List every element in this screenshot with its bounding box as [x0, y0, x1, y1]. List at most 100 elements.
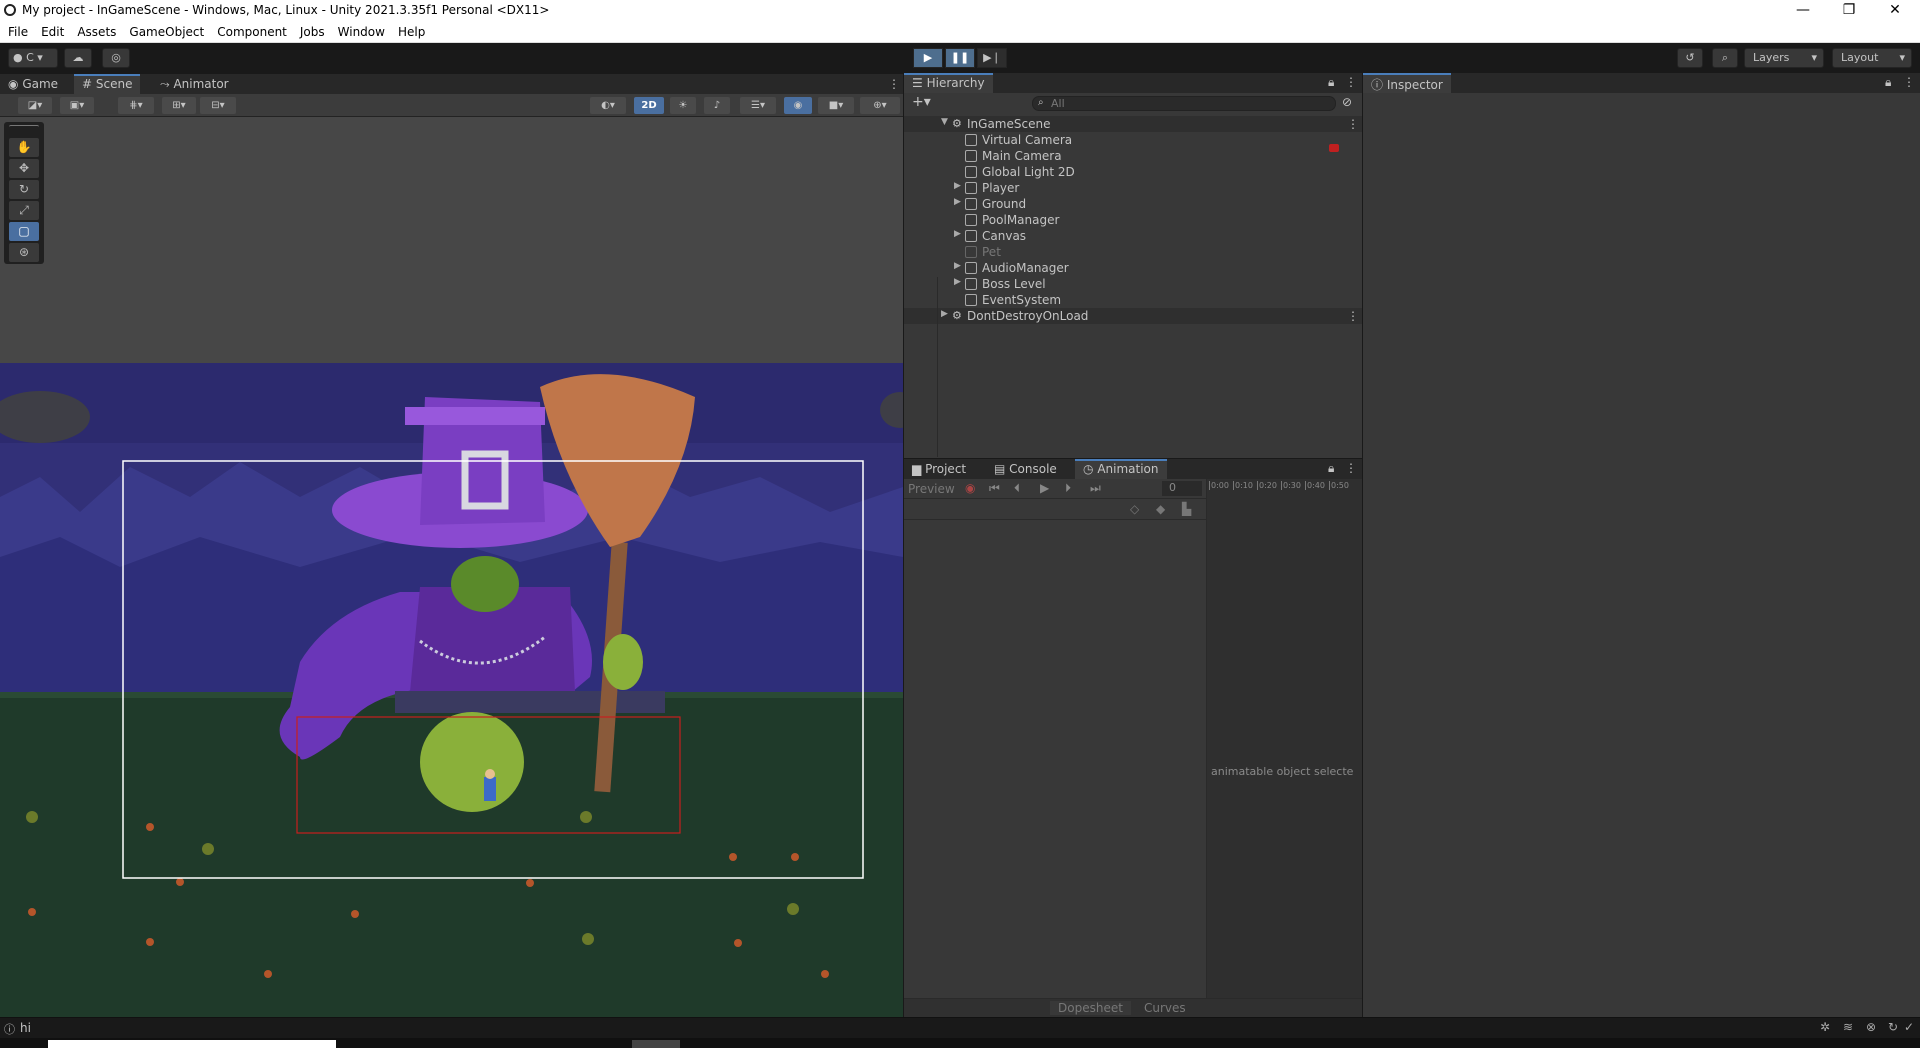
hierarchy-item[interactable]: ▶ Boss Level: [904, 276, 1362, 292]
tab-project[interactable]: ▆ Project: [904, 459, 974, 479]
hierarchy-item[interactable]: Virtual Camera: [904, 132, 1362, 148]
tab-scene[interactable]: # Scene: [74, 74, 141, 94]
expand-arrow-icon[interactable]: ▼: [941, 117, 948, 127]
filter-by-selection-button[interactable]: ◇: [1130, 502, 1139, 516]
taskbar-window-thumbnail[interactable]: [48, 1040, 336, 1048]
collapse-arrow-icon[interactable]: ▶: [941, 309, 948, 319]
menu-file[interactable]: File: [0, 22, 33, 39]
kebab-menu-icon[interactable]: ⋮: [1903, 75, 1915, 89]
draw-mode-dropdown[interactable]: ◪▾: [18, 97, 52, 114]
tab-animation[interactable]: ◷ Animation: [1075, 459, 1167, 479]
tab-animator[interactable]: ⤳ Animator: [152, 74, 237, 94]
hierarchy-item[interactable]: ▶ Canvas: [904, 228, 1362, 244]
taskbar-item[interactable]: [632, 1040, 680, 1048]
check-icon[interactable]: ✓: [1904, 1020, 1914, 1034]
refresh-icon[interactable]: ↻: [1888, 1020, 1898, 1034]
minimize-button[interactable]: —: [1780, 0, 1826, 22]
hierarchy-item[interactable]: EventSystem: [904, 292, 1362, 308]
restore-button[interactable]: ❐: [1826, 0, 1872, 22]
tab-game[interactable]: ◉ Game: [0, 74, 66, 94]
hierarchy-scene-row[interactable]: ▼ ⚙ InGameScene ⋮: [904, 116, 1362, 132]
camera-dropdown[interactable]: ■▾: [818, 97, 854, 114]
frame-input[interactable]: 0: [1162, 481, 1202, 496]
hierarchy-item[interactable]: PoolManager: [904, 212, 1362, 228]
hierarchy-scene-row[interactable]: ▶ ⚙ DontDestroyOnLoad ⋮: [904, 308, 1362, 324]
hierarchy-item[interactable]: Global Light 2D: [904, 164, 1362, 180]
audio-toggle[interactable]: ♪: [704, 97, 730, 114]
tab-inspector[interactable]: ⓘ Inspector: [1363, 73, 1451, 93]
preview-button[interactable]: Preview: [908, 482, 955, 496]
menu-jobs[interactable]: Jobs: [292, 22, 330, 39]
stack-icon[interactable]: ≋: [1843, 1020, 1853, 1034]
account-dropdown[interactable]: ● C ▾: [8, 48, 58, 68]
tab-hierarchy[interactable]: ☰ Hierarchy: [904, 73, 993, 93]
hand-tool[interactable]: ✋: [9, 138, 39, 157]
play-animation-button[interactable]: ▶: [1040, 481, 1049, 495]
lock-icon[interactable]: 🔒︎: [1328, 75, 1334, 90]
effects-dropdown[interactable]: ☰▾: [740, 97, 776, 114]
animation-timeline[interactable]: 0:00 0:10 0:20 0:30 0:40 0:50 animatable obje…: [1207, 479, 1362, 1017]
collab-button[interactable]: ◎: [102, 48, 130, 68]
collapse-arrow-icon[interactable]: ▶: [954, 229, 961, 239]
layers-dropdown[interactable]: Layers ▾: [1744, 48, 1824, 68]
kebab-menu-icon[interactable]: ⋮: [1345, 75, 1357, 89]
network-icon[interactable]: ⊗: [1866, 1020, 1876, 1034]
toggle-2d-button[interactable]: 2D: [634, 97, 664, 114]
scene-view[interactable]: ✋ ✥ ↻ ⤢ ▢ ⊛: [0, 117, 903, 1017]
transform-tool[interactable]: ⊛: [9, 243, 39, 262]
hierarchy-search-input[interactable]: ⌕ All: [1032, 96, 1336, 111]
shading-dropdown[interactable]: ◐▾: [590, 97, 626, 114]
tab-console[interactable]: ▤ Console: [986, 459, 1065, 479]
snap-dropdown[interactable]: ⋕▾: [118, 97, 154, 114]
menu-component[interactable]: Component: [209, 22, 292, 39]
debug-icon[interactable]: ✲: [1820, 1020, 1830, 1034]
last-keyframe-button[interactable]: ⏭: [1090, 481, 1101, 496]
layout-dropdown[interactable]: Layout ▾: [1832, 48, 1912, 68]
first-keyframe-button[interactable]: ⏮: [989, 481, 1000, 496]
palette-handle[interactable]: [9, 125, 39, 129]
status-message[interactable]: hi: [20, 1021, 31, 1035]
menu-gameobject[interactable]: GameObject: [121, 22, 209, 39]
step-button[interactable]: ▶❘: [977, 48, 1007, 68]
grid-dropdown[interactable]: ⊞▾: [162, 97, 196, 114]
collapse-arrow-icon[interactable]: ▶: [954, 181, 961, 191]
next-keyframe-button[interactable]: ⏵: [1065, 481, 1071, 496]
lock-icon[interactable]: 🔒︎: [1885, 75, 1891, 90]
create-button[interactable]: +▾: [912, 94, 931, 110]
dopesheet-tab[interactable]: Dopesheet: [1050, 1001, 1131, 1015]
cloud-button[interactable]: ☁: [64, 48, 92, 68]
move-tool[interactable]: ✥: [9, 159, 39, 178]
lock-icon[interactable]: 🔒︎: [1328, 461, 1334, 476]
scale-tool[interactable]: ⤢: [9, 201, 39, 220]
play-button[interactable]: ▶: [913, 48, 943, 68]
increment-dropdown[interactable]: ⊟▾: [200, 97, 236, 114]
menu-window[interactable]: Window: [330, 22, 390, 39]
hierarchy-item[interactable]: ▶ Ground: [904, 196, 1362, 212]
curves-tab[interactable]: Curves: [1136, 1001, 1194, 1015]
hierarchy-item[interactable]: Main Camera: [904, 148, 1362, 164]
hierarchy-item[interactable]: Pet: [904, 244, 1362, 260]
visibility-toggle[interactable]: ◉: [784, 97, 812, 114]
collapse-arrow-icon[interactable]: ▶: [954, 261, 961, 271]
kebab-menu-icon[interactable]: ⋮: [1347, 309, 1359, 323]
prev-keyframe-button[interactable]: ⏴: [1014, 481, 1020, 496]
collapse-arrow-icon[interactable]: ▶: [954, 277, 961, 287]
hierarchy-item[interactable]: ▶ Player: [904, 180, 1362, 196]
menu-assets[interactable]: Assets: [69, 22, 121, 39]
add-keyframe-button[interactable]: ◆: [1156, 502, 1165, 516]
add-event-button[interactable]: ▙: [1182, 502, 1191, 516]
lighting-toggle[interactable]: ☀: [670, 97, 696, 114]
record-button[interactable]: ◉: [965, 481, 975, 495]
close-button[interactable]: ✕: [1872, 0, 1918, 22]
global-local-dropdown[interactable]: ▣▾: [60, 97, 94, 114]
rect-tool[interactable]: ▢: [9, 222, 39, 241]
menu-help[interactable]: Help: [390, 22, 430, 39]
hierarchy-item[interactable]: ▶ AudioManager: [904, 260, 1362, 276]
menu-edit[interactable]: Edit: [33, 22, 69, 39]
filter-icon[interactable]: ⊘: [1342, 95, 1352, 109]
gizmos-dropdown[interactable]: ⊕▾: [860, 97, 900, 114]
collapse-arrow-icon[interactable]: ▶: [954, 197, 961, 207]
kebab-menu-icon[interactable]: ⋮: [1345, 461, 1357, 475]
pause-button[interactable]: ❚❚: [945, 48, 975, 68]
search-button[interactable]: ⌕: [1712, 48, 1738, 68]
